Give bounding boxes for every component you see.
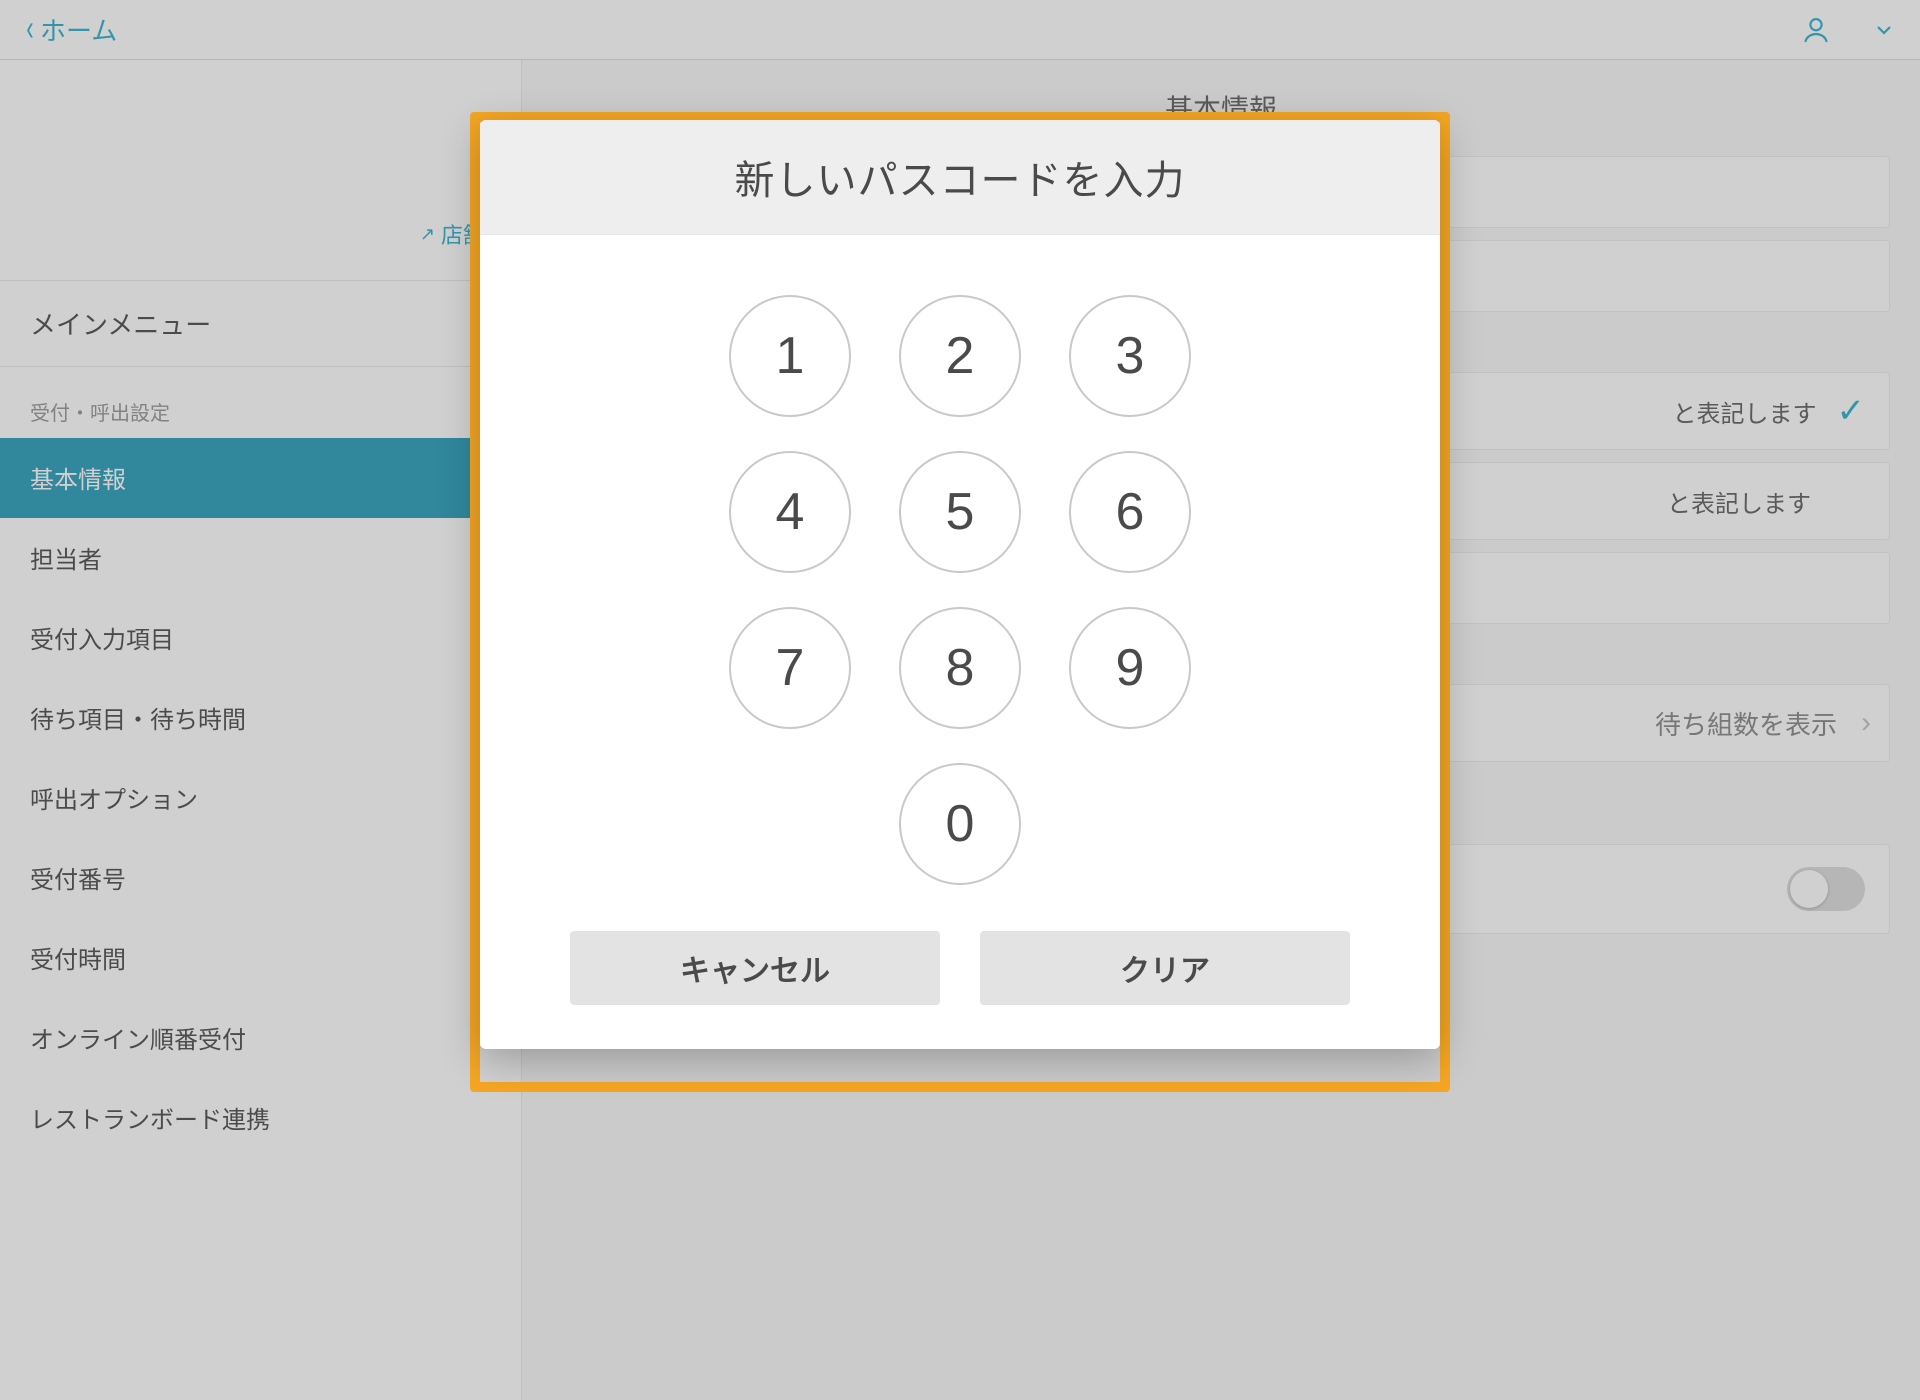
key-label: 1	[776, 326, 805, 386]
keypad-key-3[interactable]: 3	[1069, 295, 1191, 417]
modal-title: 新しいパスコードを入力	[480, 120, 1440, 235]
key-label: 2	[946, 326, 975, 386]
keypad-key-1[interactable]: 1	[729, 295, 851, 417]
keypad-key-9[interactable]: 9	[1069, 607, 1191, 729]
keypad-key-8[interactable]: 8	[899, 607, 1021, 729]
key-label: 7	[776, 638, 805, 698]
keypad-key-0[interactable]: 0	[899, 763, 1021, 885]
passcode-modal: 新しいパスコードを入力 1 2 3 4 5 6 7 8 9 0 キャンセル クリ…	[480, 120, 1440, 1049]
clear-button[interactable]: クリア	[980, 931, 1350, 1005]
key-label: 0	[946, 794, 975, 854]
keypad-key-4[interactable]: 4	[729, 451, 851, 573]
keypad: 1 2 3 4 5 6 7 8 9 0	[480, 235, 1440, 925]
key-label: 9	[1116, 638, 1145, 698]
keypad-key-2[interactable]: 2	[899, 295, 1021, 417]
key-label: 5	[946, 482, 975, 542]
key-label: 4	[776, 482, 805, 542]
keypad-key-7[interactable]: 7	[729, 607, 851, 729]
keypad-key-6[interactable]: 6	[1069, 451, 1191, 573]
key-label: 6	[1116, 482, 1145, 542]
keypad-key-5[interactable]: 5	[899, 451, 1021, 573]
cancel-button[interactable]: キャンセル	[570, 931, 940, 1005]
button-label: クリア	[1120, 946, 1210, 990]
button-label: キャンセル	[680, 946, 830, 990]
key-label: 3	[1116, 326, 1145, 386]
key-label: 8	[946, 638, 975, 698]
